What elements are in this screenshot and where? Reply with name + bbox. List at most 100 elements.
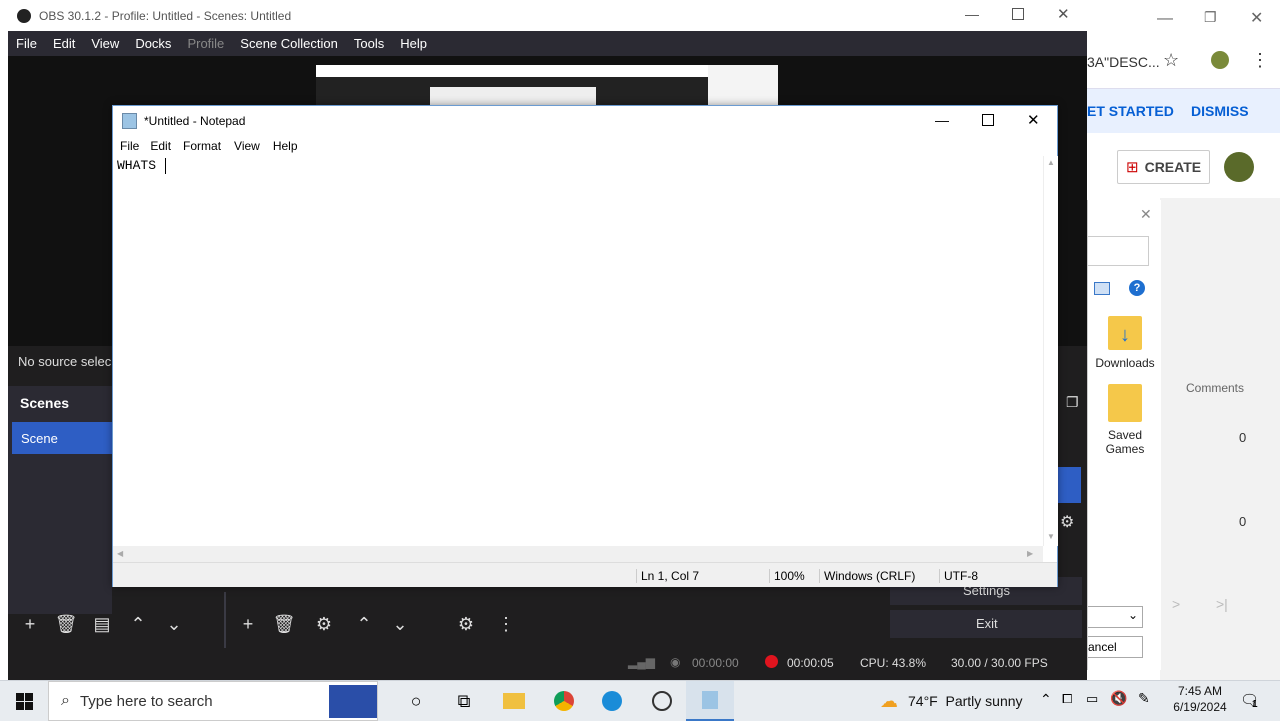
dock-float-icon[interactable]: ❐	[1066, 394, 1079, 411]
tray-chevron-icon[interactable]: ⌃	[1040, 691, 1052, 708]
audio-settings-icon[interactable]: ⚙	[452, 611, 480, 637]
create-button[interactable]: ⊞ CREATE	[1117, 150, 1211, 184]
obs-icon[interactable]	[638, 681, 686, 721]
chrome-menu-icon[interactable]: ⋮	[1251, 50, 1269, 71]
remove-scene-icon[interactable]: 🗑	[52, 611, 80, 637]
minimize-icon[interactable]: —	[1157, 10, 1173, 28]
windows-start-icon[interactable]	[0, 681, 48, 721]
tray-meet-icon[interactable]: ⧠	[1062, 691, 1072, 707]
network-icon: ▂▄▆	[628, 655, 655, 669]
minimize-icon[interactable]: —	[935, 112, 949, 128]
cancel-button[interactable]: ancel	[1088, 636, 1143, 658]
downloads-folder[interactable]: ↓ Downloads	[1092, 316, 1158, 370]
close-icon[interactable]: ✕	[1027, 111, 1040, 129]
notepad-menubar: File Edit Format View Help	[113, 136, 1057, 156]
add-source-icon[interactable]: +	[234, 611, 262, 637]
source-properties-icon[interactable]: ⚙	[310, 611, 338, 637]
zoom-level: 100%	[769, 569, 805, 583]
scroll-down-icon[interactable]: ▼	[1047, 532, 1055, 541]
taskbar: ⌕ Type here to search ○ ⧉ ☁ 74°F Partly …	[0, 680, 1280, 721]
close-icon[interactable]: ✕	[1250, 8, 1263, 28]
exit-button[interactable]: Exit	[890, 610, 1082, 638]
scenes-header: Scenes	[20, 395, 70, 411]
record-time: 00:00:05	[787, 656, 834, 670]
file-explorer-icon[interactable]	[490, 681, 538, 721]
mixer-menu-icon[interactable]: ⋮	[492, 611, 520, 637]
cpu-usage: CPU: 43.8%	[860, 656, 927, 670]
file-dialog: ✕ ? ↓ Downloads Saved Games ⌄ ancel	[1087, 200, 1161, 670]
bookmark-star-icon[interactable]: ☆	[1163, 50, 1179, 71]
close-icon[interactable]: ✕	[1057, 5, 1070, 23]
network-tray-icon[interactable]: ▭	[1086, 691, 1098, 707]
menu-docks[interactable]: Docks	[135, 36, 171, 51]
cortana-icon[interactable]: ○	[392, 681, 440, 721]
menu-help[interactable]: Help	[400, 36, 427, 51]
omnibox[interactable]: 3A"DESC...	[1087, 54, 1160, 70]
saved-games-folder-icon	[1108, 384, 1142, 422]
chevron-down-icon: ⌄	[1127, 608, 1138, 622]
downloads-label: Downloads	[1095, 356, 1155, 370]
menu-edit[interactable]: Edit	[53, 36, 75, 51]
dialog-close-icon[interactable]: ✕	[1140, 206, 1152, 223]
scroll-left-icon[interactable]: ◀	[117, 549, 123, 558]
clock[interactable]: 7:45 AM 6/19/2024	[1160, 684, 1240, 714]
vertical-scrollbar[interactable]: ▲ ▼	[1043, 156, 1058, 546]
saved-games-folder[interactable]: Saved Games	[1092, 384, 1158, 456]
menu-file[interactable]: File	[120, 139, 139, 153]
extension-icon[interactable]	[1211, 51, 1229, 69]
dismiss-button[interactable]: DISMISS	[1191, 103, 1249, 119]
minimize-icon[interactable]: —	[965, 6, 979, 22]
file-type-dropdown[interactable]: ⌄	[1088, 606, 1143, 628]
menu-help[interactable]: Help	[273, 139, 298, 153]
menu-file[interactable]: File	[16, 36, 37, 51]
edge-icon[interactable]	[588, 681, 636, 721]
move-down-icon[interactable]: ⌄	[160, 611, 188, 637]
chrome-icon[interactable]	[540, 681, 588, 721]
menu-view[interactable]: View	[91, 36, 119, 51]
menu-scene-collection[interactable]: Scene Collection	[240, 36, 338, 51]
volume-muted-icon[interactable]: 🔇	[1110, 690, 1127, 707]
notepad-title: *Untitled - Notepad	[144, 114, 246, 128]
weather-icon: ☁	[880, 690, 898, 711]
taskbar-search[interactable]: ⌕ Type here to search	[48, 681, 378, 721]
scene-filter-icon[interactable]: ▤	[88, 611, 116, 637]
menu-view[interactable]: View	[234, 139, 260, 153]
saved-games-label: Saved	[1107, 428, 1143, 442]
notepad-text-area[interactable]: WHATS	[113, 156, 1043, 546]
help-icon[interactable]: ?	[1129, 280, 1145, 296]
controls-gear-icon[interactable]: ⚙	[1060, 512, 1074, 532]
weather-widget[interactable]: ☁ 74°F Partly sunny	[880, 681, 1023, 721]
scene-item[interactable]: Scene	[12, 422, 112, 454]
controls-active-button[interactable]	[1056, 467, 1081, 503]
notepad-taskbar-icon[interactable]	[686, 681, 734, 721]
avatar[interactable]	[1224, 152, 1254, 182]
maximize-icon[interactable]	[1012, 8, 1024, 20]
get-started-button[interactable]: ET STARTED	[1087, 103, 1174, 119]
scroll-up-icon[interactable]: ▲	[1047, 158, 1055, 167]
search-highlight-image	[329, 685, 377, 718]
menu-format[interactable]: Format	[183, 139, 221, 153]
add-scene-icon[interactable]: +	[16, 611, 44, 637]
menu-profile[interactable]: Profile	[187, 36, 224, 51]
line-endings: Windows (CRLF)	[819, 569, 915, 583]
preview-pane-icon[interactable]	[1094, 282, 1110, 295]
restore-icon[interactable]: ❐	[1204, 9, 1217, 26]
panel-divider	[224, 592, 226, 648]
pen-icon[interactable]: ✎	[1138, 690, 1150, 707]
scene-toolbar: + 🗑 ▤ ⌃ ⌄	[16, 611, 188, 637]
maximize-icon[interactable]	[982, 114, 994, 126]
dialog-search-field[interactable]	[1088, 236, 1149, 266]
last-page-icon[interactable]: >|	[1216, 596, 1228, 612]
source-down-icon[interactable]: ⌄	[386, 611, 414, 637]
next-page-icon[interactable]: >	[1172, 596, 1180, 612]
remove-source-icon[interactable]: 🗑	[270, 611, 298, 637]
menu-edit[interactable]: Edit	[150, 139, 171, 153]
saved-games-label: Games	[1105, 442, 1145, 456]
scroll-right-icon[interactable]: ▶	[1027, 549, 1033, 558]
source-up-icon[interactable]: ⌃	[350, 611, 378, 637]
downloads-folder-icon: ↓	[1108, 316, 1142, 350]
move-up-icon[interactable]: ⌃	[124, 611, 152, 637]
task-view-icon[interactable]: ⧉	[440, 681, 488, 721]
menu-tools[interactable]: Tools	[354, 36, 384, 51]
horizontal-scrollbar[interactable]: ◀ ▶	[113, 546, 1043, 562]
